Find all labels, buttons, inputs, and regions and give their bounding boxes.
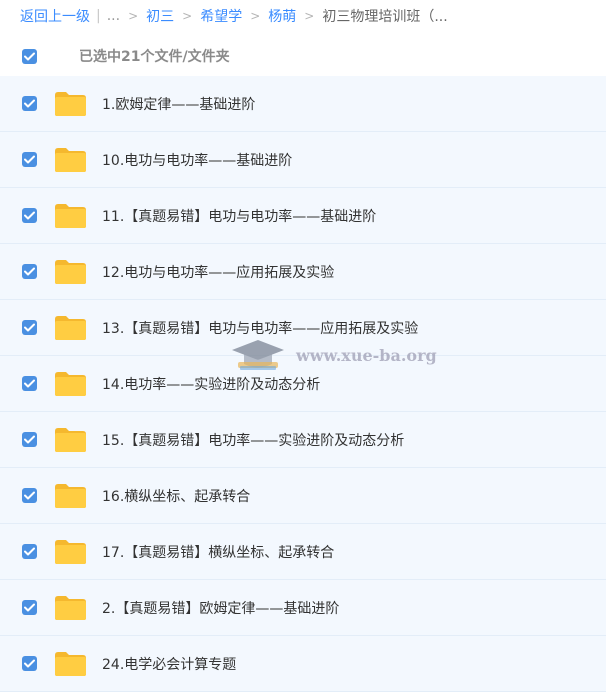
check-icon (24, 323, 35, 332)
check-icon (24, 267, 35, 276)
file-name[interactable]: 1.欧姆定律——基础进阶 (102, 94, 255, 114)
file-name[interactable]: 12.电功与电功率——应用拓展及实验 (102, 262, 334, 282)
folder-icon (54, 539, 87, 565)
select-all-checkbox[interactable] (22, 48, 37, 64)
file-name[interactable]: 24.电学必会计算专题 (102, 654, 236, 674)
file-checkbox[interactable] (22, 600, 37, 615)
chevron-right-icon: > (250, 9, 261, 23)
back-link[interactable]: 返回上一级 (20, 6, 90, 26)
file-row[interactable]: 12.电功与电功率——应用拓展及实验 (0, 244, 606, 300)
folder-icon (54, 91, 87, 117)
file-checkbox[interactable] (22, 376, 37, 391)
check-icon (24, 379, 35, 388)
check-icon (24, 52, 35, 60)
file-name[interactable]: 10.电功与电功率——基础进阶 (102, 150, 292, 170)
file-checkbox[interactable] (22, 432, 37, 447)
file-name[interactable]: 15.【真题易错】电功率——实验进阶及动态分析 (102, 430, 404, 450)
folder-icon (54, 371, 87, 397)
file-checkbox[interactable] (22, 544, 37, 559)
check-icon (24, 659, 35, 668)
folder-icon (54, 651, 87, 677)
check-icon (24, 491, 35, 500)
file-row[interactable]: 2.【真题易错】欧姆定律——基础进阶 (0, 580, 606, 636)
file-row[interactable]: 13.【真题易错】电功与电功率——应用拓展及实验 (0, 300, 606, 356)
file-checkbox[interactable] (22, 152, 37, 167)
folder-icon (54, 203, 87, 229)
breadcrumb-current: 初三物理培训班（... (322, 9, 448, 25)
file-checkbox[interactable] (22, 320, 37, 335)
check-icon (24, 547, 35, 556)
breadcrumb-item[interactable]: 希望学 (200, 6, 242, 26)
file-name[interactable]: 2.【真题易错】欧姆定律——基础进阶 (102, 598, 339, 618)
file-row[interactable]: 16.横纵坐标、起承转合 (0, 468, 606, 524)
file-row[interactable]: 24.电学必会计算专题 (0, 636, 606, 692)
folder-icon (54, 483, 87, 509)
file-row[interactable]: 1.欧姆定律——基础进阶 (0, 76, 606, 132)
check-icon (24, 99, 35, 108)
file-name[interactable]: 17.【真题易错】横纵坐标、起承转合 (102, 542, 334, 562)
selection-count-label: 已选中21个文件/文件夹 (79, 49, 230, 65)
selection-bar: 已选中21个文件/文件夹 (0, 36, 606, 76)
file-row[interactable]: 14.电功率——实验进阶及动态分析 (0, 356, 606, 412)
file-row[interactable]: 17.【真题易错】横纵坐标、起承转合 (0, 524, 606, 580)
file-checkbox[interactable] (22, 208, 37, 223)
breadcrumb-divider: | (96, 8, 101, 24)
breadcrumb-item[interactable]: 杨萌 (268, 6, 296, 26)
file-name[interactable]: 13.【真题易错】电功与电功率——应用拓展及实验 (102, 318, 418, 338)
file-checkbox[interactable] (22, 264, 37, 279)
file-name[interactable]: 11.【真题易错】电功与电功率——基础进阶 (102, 206, 376, 226)
file-checkbox[interactable] (22, 656, 37, 671)
folder-icon (54, 427, 87, 453)
file-checkbox[interactable] (22, 96, 37, 111)
folder-icon (54, 147, 87, 173)
breadcrumb: 返回上一级 | ... > 初三 > 希望学 > 杨萌 > 初三物理培训班（..… (0, 0, 606, 32)
file-row[interactable]: 10.电功与电功率——基础进阶 (0, 132, 606, 188)
chevron-right-icon: > (128, 9, 139, 23)
file-row[interactable]: 11.【真题易错】电功与电功率——基础进阶 (0, 188, 606, 244)
folder-icon (54, 315, 87, 341)
file-checkbox[interactable] (22, 488, 37, 503)
chevron-right-icon: > (182, 9, 193, 23)
check-icon (24, 155, 35, 164)
folder-icon (54, 595, 87, 621)
file-list: 1.欧姆定律——基础进阶 10.电功与电功率——基础进阶 11.【真题易错】电功与电… (0, 76, 606, 692)
chevron-right-icon: > (304, 9, 315, 23)
file-name[interactable]: 16.横纵坐标、起承转合 (102, 486, 250, 506)
breadcrumb-ellipsis[interactable]: ... (107, 8, 120, 24)
breadcrumb-item[interactable]: 初三 (146, 6, 174, 26)
check-icon (24, 603, 35, 612)
file-row[interactable]: 15.【真题易错】电功率——实验进阶及动态分析 (0, 412, 606, 468)
file-name[interactable]: 14.电功率——实验进阶及动态分析 (102, 374, 320, 394)
folder-icon (54, 259, 87, 285)
check-icon (24, 211, 35, 220)
check-icon (24, 435, 35, 444)
